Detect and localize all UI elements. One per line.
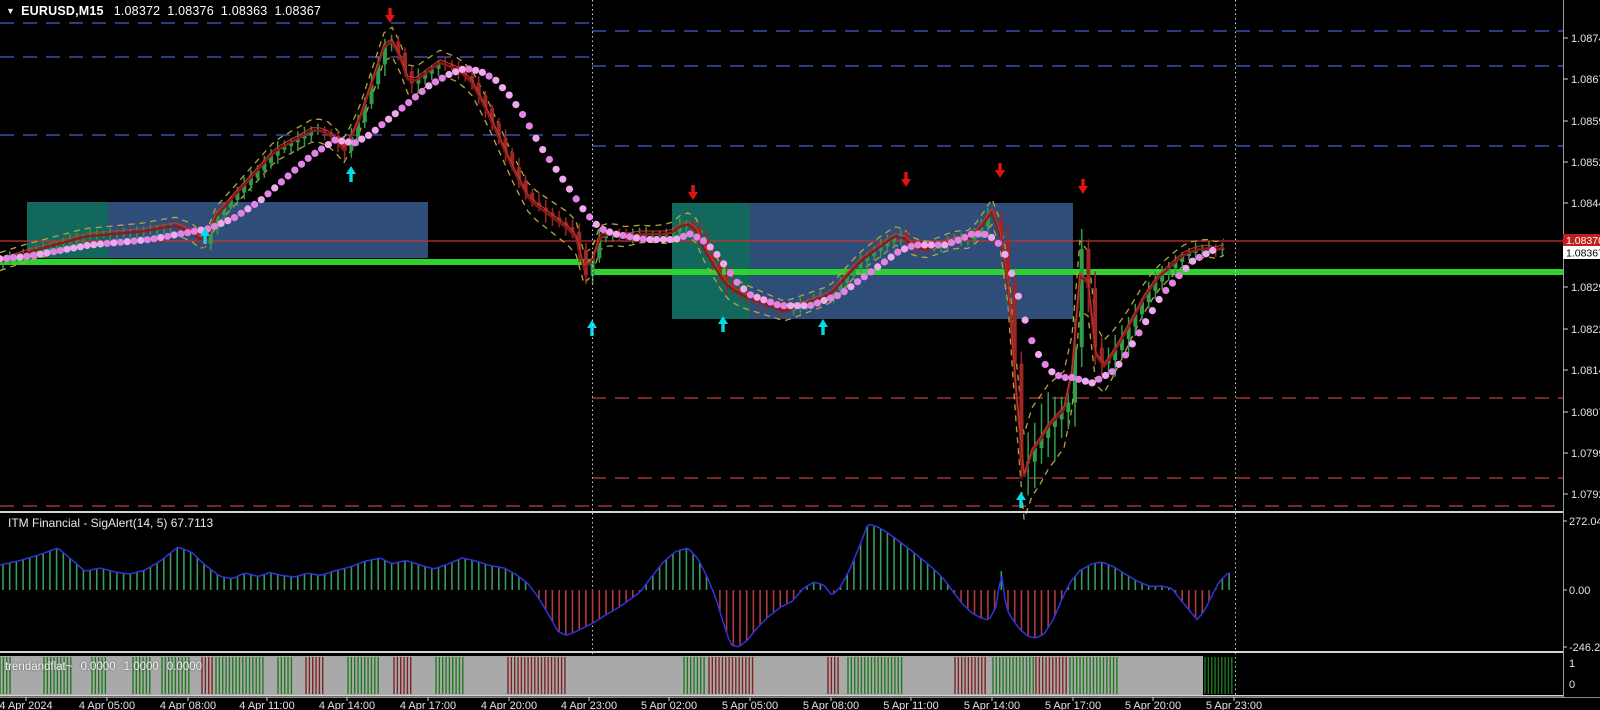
buy-signal-arrow-icon	[346, 166, 356, 182]
quote-high: 1.08376	[167, 4, 214, 18]
price-axis-label: 1.08220	[1571, 324, 1600, 336]
sigalert-panel[interactable]	[0, 523, 1231, 648]
indicator-scale-label: 0.00	[1569, 585, 1590, 597]
price-axis-label: 1.07995	[1571, 448, 1600, 460]
time-axis-label: 4 Apr 14:00	[319, 700, 375, 710]
quote-close: 1.08367	[274, 4, 322, 18]
price-axis-label: 1.08520	[1571, 157, 1600, 169]
indicator-title: ITM Financial - SigAlert(14, 5) 67.7113	[8, 516, 213, 530]
price-axis-label: 1.08145	[1571, 365, 1600, 377]
time-axis-label: 4 Apr 20:00	[481, 700, 537, 710]
trend-scale-label: 1	[1569, 658, 1575, 670]
trend-scale-label: 0	[1569, 679, 1575, 691]
indicator-value-label: 67.7113	[170, 516, 214, 530]
price-axis-label: 1.08295	[1571, 282, 1600, 294]
time-axis-label: 4 Apr 08:00	[160, 700, 216, 710]
main-price-panel[interactable]	[0, 8, 1563, 520]
time-axis-label: 4 Apr 23:00	[561, 700, 617, 710]
symbol-dropdown-icon[interactable]: ▼	[6, 6, 15, 16]
trend-indicator-label: trendandflat~ 0.0000 1.0000 0.0000	[5, 661, 210, 673]
price-axis-label: 1.08745	[1571, 33, 1600, 45]
price-axis-label: 1.08445	[1571, 198, 1600, 210]
trend-value-1: 0.0000	[80, 661, 116, 673]
indicator-name-label: ITM Financial - SigAlert(14, 5)	[8, 516, 168, 530]
sell-signal-arrow-icon	[385, 8, 395, 23]
panel-separator[interactable]	[0, 511, 1600, 513]
quote-open: 1.08372	[113, 4, 161, 18]
time-axis-label: 4 Apr 05:00	[79, 700, 135, 710]
sell-signal-arrow-icon	[901, 172, 911, 187]
buy-signal-arrow-icon	[818, 319, 828, 335]
indicator-scale-label: -246.2335	[1569, 642, 1600, 654]
mt4-chart-window: 1.08745 1.08670 1.08595 1.08520 1.08445 1.082…	[0, 0, 1600, 710]
indicator-scale-label: 272.0435	[1569, 516, 1600, 528]
panel-separator[interactable]	[0, 651, 1600, 653]
time-axis[interactable]: 4 Apr 2024 4 Apr 05:00 4 Apr 08:00 4 Apr 11…	[0, 697, 1600, 710]
trend-value-2: 1.0000	[123, 661, 159, 673]
time-axis-label: 4 Apr 17:00	[400, 700, 456, 710]
ask-price-tag-label: 1.08370	[1566, 235, 1600, 247]
time-axis-label: 5 Apr 05:00	[722, 700, 778, 710]
time-axis-label: 5 Apr 17:00	[1045, 700, 1101, 710]
price-axis-label: 1.07920	[1571, 489, 1600, 501]
time-axis-label: 5 Apr 11:00	[883, 700, 938, 710]
time-axis-label: 5 Apr 23:00	[1206, 700, 1262, 710]
price-axis-label: 1.08595	[1571, 116, 1600, 128]
sell-signal-arrow-icon	[688, 185, 698, 200]
trend-name-label: trendandflat~	[5, 661, 73, 673]
quote-bar: ▼ EURUSD,M15 1.08372 1.08376 1.08363 1.08367	[6, 4, 328, 18]
time-axis-label: 5 Apr 20:00	[1125, 700, 1181, 710]
chart-canvas[interactable]: 1.08745 1.08670 1.08595 1.08520 1.08445 1.082…	[0, 0, 1600, 710]
time-axis-label: 5 Apr 02:00	[641, 700, 697, 710]
panel-separator	[0, 695, 1563, 697]
quote-low: 1.08363	[220, 4, 268, 18]
symbol-timeframe-label: EURUSD,M15	[21, 4, 104, 18]
sell-signal-arrow-icon	[995, 163, 1005, 178]
price-axis-label: 1.08670	[1571, 74, 1600, 86]
axis-column-mask	[1563, 0, 1600, 710]
price-axis-label: 1.08070	[1571, 407, 1600, 419]
time-axis-label: 4 Apr 2024	[0, 700, 53, 710]
time-axis-label: 5 Apr 08:00	[803, 700, 859, 710]
sell-signal-arrow-icon	[1078, 179, 1088, 194]
time-axis-label: 5 Apr 14:00	[964, 700, 1020, 710]
trend-value-3: 0.0000	[166, 661, 203, 673]
time-axis-label: 4 Apr 11:00	[239, 700, 294, 710]
bid-price-tag-label: 1.08367	[1566, 248, 1600, 260]
